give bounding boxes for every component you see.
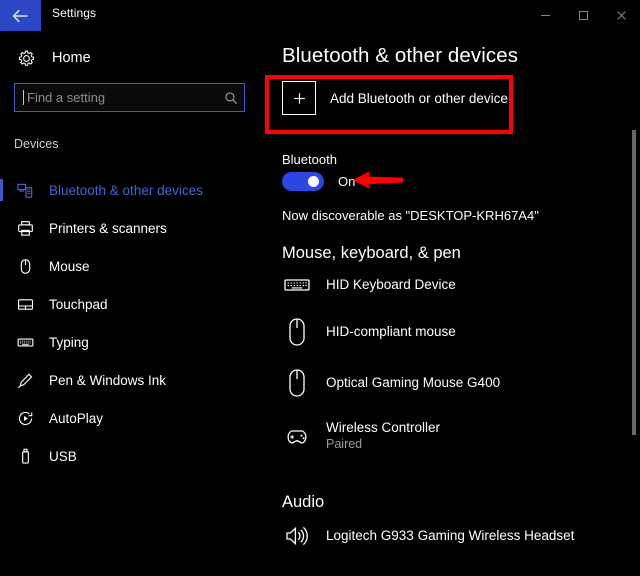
printer-icon bbox=[14, 220, 36, 237]
device-row-optical-gaming-mouse-g400[interactable]: Optical Gaming Mouse G400 bbox=[282, 368, 500, 398]
sidebar-item-touchpad[interactable]: Touchpad bbox=[0, 285, 260, 323]
keyboard-icon bbox=[282, 275, 312, 295]
mouse-icon bbox=[14, 258, 36, 275]
pen-icon bbox=[14, 372, 36, 389]
content-scrollbar-track[interactable] bbox=[628, 31, 640, 576]
search-input[interactable] bbox=[24, 90, 218, 105]
speaker-icon bbox=[282, 524, 312, 548]
plus-icon bbox=[282, 81, 316, 115]
sidebar-item-usb[interactable]: USB bbox=[0, 437, 260, 475]
sidebar-section-label: Devices bbox=[14, 137, 59, 151]
sidebar-item-autoplay[interactable]: AutoPlay bbox=[0, 399, 260, 437]
title-bar: Settings bbox=[0, 0, 640, 31]
bluetooth-toggle-state: On bbox=[338, 174, 356, 189]
sidebar: Home Devices bbox=[0, 31, 260, 576]
device-name: Optical Gaming Mouse G400 bbox=[326, 375, 501, 390]
bluetooth-section-label: Bluetooth bbox=[282, 152, 337, 167]
toggle-knob bbox=[308, 176, 319, 187]
touchpad-icon bbox=[14, 296, 36, 313]
back-button[interactable] bbox=[0, 0, 41, 31]
sidebar-item-label: Printers & scanners bbox=[49, 220, 167, 236]
keyboard-icon bbox=[14, 334, 36, 351]
sidebar-item-printers-scanners[interactable]: Printers & scanners bbox=[0, 209, 260, 247]
mouse-icon bbox=[282, 368, 312, 398]
bluetooth-toggle-row: On bbox=[282, 172, 355, 191]
page-title: Bluetooth & other devices bbox=[282, 44, 519, 67]
search-icon[interactable] bbox=[218, 91, 244, 105]
device-texts: HID-compliant mouse bbox=[326, 323, 456, 341]
back-arrow-icon bbox=[12, 9, 29, 23]
device-texts: Logitech G933 Gaming Wireless Headset bbox=[326, 527, 574, 545]
sidebar-item-mouse[interactable]: Mouse bbox=[0, 247, 260, 285]
sidebar-nav-list: Bluetooth & other devices Printers & sca… bbox=[0, 171, 260, 475]
maximize-button[interactable] bbox=[564, 0, 602, 31]
sidebar-item-pen-windows-ink[interactable]: Pen & Windows Ink bbox=[0, 361, 260, 399]
device-row-wireless-controller[interactable]: Wireless Controller Paired bbox=[282, 420, 440, 452]
sidebar-item-bluetooth-other-devices[interactable]: Bluetooth & other devices bbox=[0, 171, 260, 209]
bluetooth-toggle[interactable] bbox=[282, 172, 324, 191]
device-row-hid-compliant-mouse[interactable]: HID-compliant mouse bbox=[282, 317, 456, 347]
sidebar-item-label: USB bbox=[49, 448, 77, 464]
minimize-button[interactable] bbox=[526, 0, 564, 31]
add-bluetooth-or-other-device-button[interactable]: Add Bluetooth or other device bbox=[282, 81, 508, 115]
device-row-hid-keyboard-device[interactable]: HID Keyboard Device bbox=[282, 275, 456, 295]
settings-window: Settings Home Find a setting Devices Blu… bbox=[0, 0, 640, 576]
autoplay-icon bbox=[14, 410, 36, 427]
gamepad-icon bbox=[282, 427, 312, 446]
device-texts: HID Keyboard Device bbox=[326, 276, 456, 294]
search-box[interactable] bbox=[14, 83, 245, 112]
device-name: HID Keyboard Device bbox=[326, 277, 456, 292]
close-button[interactable] bbox=[602, 0, 640, 31]
window-controls bbox=[526, 0, 640, 31]
sidebar-item-typing[interactable]: Typing bbox=[0, 323, 260, 361]
device-status: Paired bbox=[326, 437, 363, 451]
discoverable-status-text: Now discoverable as "DESKTOP-KRH67A4" bbox=[282, 208, 539, 223]
add-device-label: Add Bluetooth or other device bbox=[330, 90, 508, 106]
device-texts: Wireless Controller Paired bbox=[326, 420, 440, 452]
selection-indicator bbox=[0, 179, 3, 201]
sidebar-item-label: Mouse bbox=[49, 258, 90, 274]
mouse-icon bbox=[282, 317, 312, 347]
sidebar-item-label: Pen & Windows Ink bbox=[49, 372, 167, 388]
device-name: HID-compliant mouse bbox=[326, 324, 456, 339]
sidebar-item-home[interactable]: Home bbox=[14, 44, 91, 72]
sidebar-item-label: Typing bbox=[49, 334, 89, 350]
gear-icon bbox=[14, 50, 38, 67]
sidebar-item-label: Bluetooth & other devices bbox=[49, 182, 203, 198]
main-content: Bluetooth & other devices Add Bluetooth … bbox=[260, 31, 640, 576]
content-scrollbar-thumb[interactable] bbox=[632, 130, 636, 435]
sidebar-home-label: Home bbox=[52, 50, 91, 66]
group-heading-mouse-keyboard-pen: Mouse, keyboard, & pen bbox=[282, 244, 461, 262]
group-heading-audio: Audio bbox=[282, 493, 325, 511]
sidebar-item-label: Touchpad bbox=[49, 296, 108, 312]
device-texts: Optical Gaming Mouse G400 bbox=[326, 374, 500, 392]
window-title: Settings bbox=[52, 6, 97, 20]
sidebar-item-label: AutoPlay bbox=[49, 410, 104, 426]
bluetooth-devices-icon bbox=[14, 182, 36, 199]
device-row-logitech-g933-headset[interactable]: Logitech G933 Gaming Wireless Headset bbox=[282, 524, 574, 548]
usb-icon bbox=[14, 448, 36, 465]
device-name: Logitech G933 Gaming Wireless Headset bbox=[326, 528, 575, 543]
device-name: Wireless Controller bbox=[326, 420, 441, 435]
